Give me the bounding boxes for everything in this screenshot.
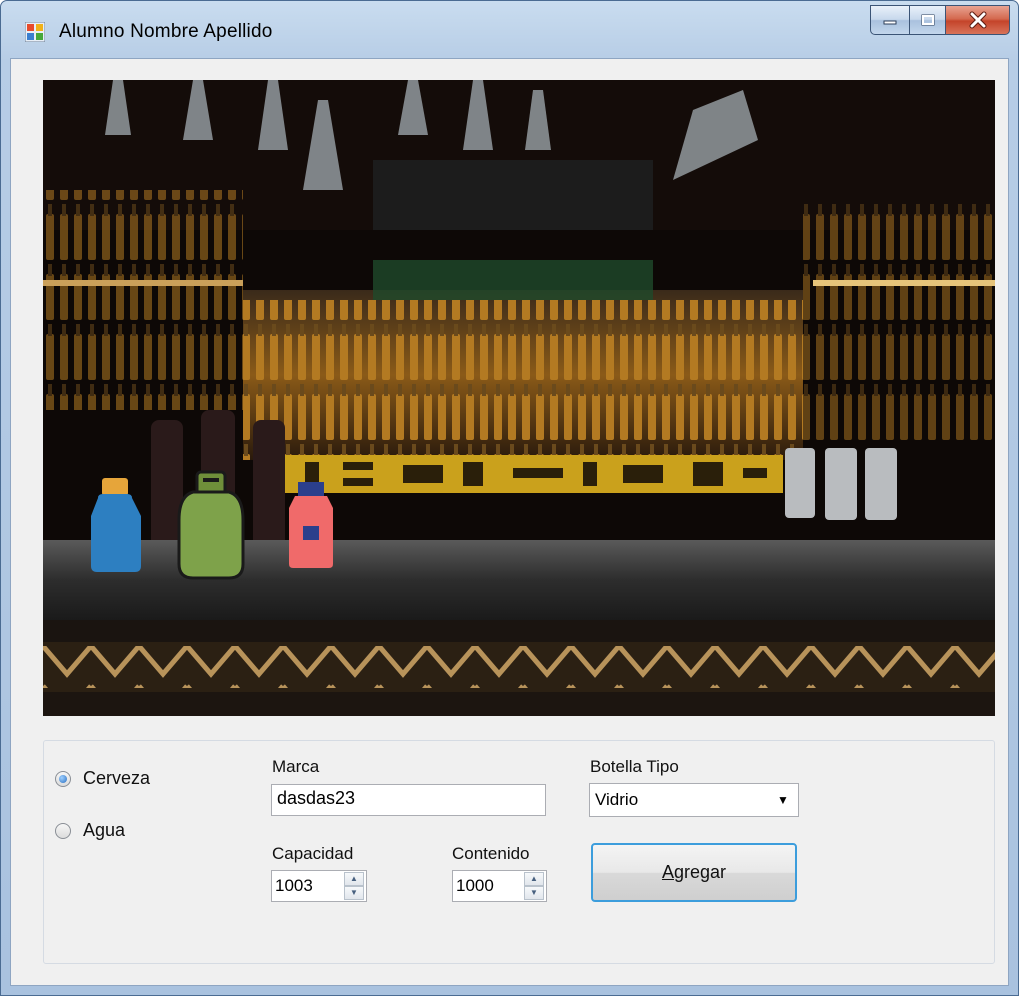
capacidad-value[interactable]: 1003	[272, 876, 344, 896]
minimize-icon	[883, 20, 897, 25]
botella-tipo-label: Botella Tipo	[590, 757, 679, 776]
application-window: Alumno Nombre Apellido Cerveza Agua Marc…	[0, 0, 1019, 996]
radio-button-checked[interactable]	[55, 770, 71, 787]
radio-cerveza[interactable]: Cerveza	[55, 768, 150, 789]
botella-tipo-value: Vidrio	[595, 790, 639, 809]
capacidad-spinner[interactable]: ▲ ▼	[344, 872, 364, 900]
marca-input[interactable]: dasdas23	[271, 784, 546, 816]
maximize-icon	[921, 14, 934, 26]
minimize-button[interactable]	[870, 5, 910, 35]
botella-tipo-select[interactable]: Vidrio ▼	[589, 783, 799, 817]
marca-label: Marca	[272, 757, 320, 776]
chevron-down-icon[interactable]: ▼	[768, 793, 798, 807]
close-icon	[969, 11, 986, 29]
client-area: Cerveza Agua Marca dasdas23 Capacidad 10…	[10, 58, 1009, 986]
radio-agua[interactable]: Agua	[55, 820, 125, 841]
radio-agua-label: Agua	[83, 820, 126, 840]
agregar-button-label: Agregar	[661, 862, 727, 882]
maximize-button[interactable]	[910, 5, 946, 35]
app-icon	[25, 22, 45, 42]
contenido-label: Contenido	[452, 844, 530, 863]
caption-buttons	[870, 5, 1010, 37]
radio-button-unchecked[interactable]	[55, 822, 71, 839]
contenido-value[interactable]: 1000	[453, 876, 524, 896]
capacidad-label: Capacidad	[272, 844, 354, 863]
spin-down-icon[interactable]: ▼	[344, 886, 364, 900]
spin-up-icon[interactable]: ▲	[344, 872, 364, 886]
bar-background-image	[43, 80, 995, 716]
agregar-button[interactable]: Agregar	[591, 843, 797, 902]
contenido-spinner[interactable]: ▲ ▼	[524, 872, 544, 900]
capacidad-numeric[interactable]: 1003 ▲ ▼	[271, 870, 367, 902]
radio-cerveza-label: Cerveza	[83, 768, 151, 788]
contenido-numeric[interactable]: 1000 ▲ ▼	[452, 870, 547, 902]
close-button[interactable]	[946, 5, 1010, 35]
spin-down-icon[interactable]: ▼	[524, 886, 544, 900]
spin-up-icon[interactable]: ▲	[524, 872, 544, 886]
title-bar[interactable]: Alumno Nombre Apellido	[1, 1, 1018, 59]
window-title: Alumno Nombre Apellido	[59, 21, 273, 42]
